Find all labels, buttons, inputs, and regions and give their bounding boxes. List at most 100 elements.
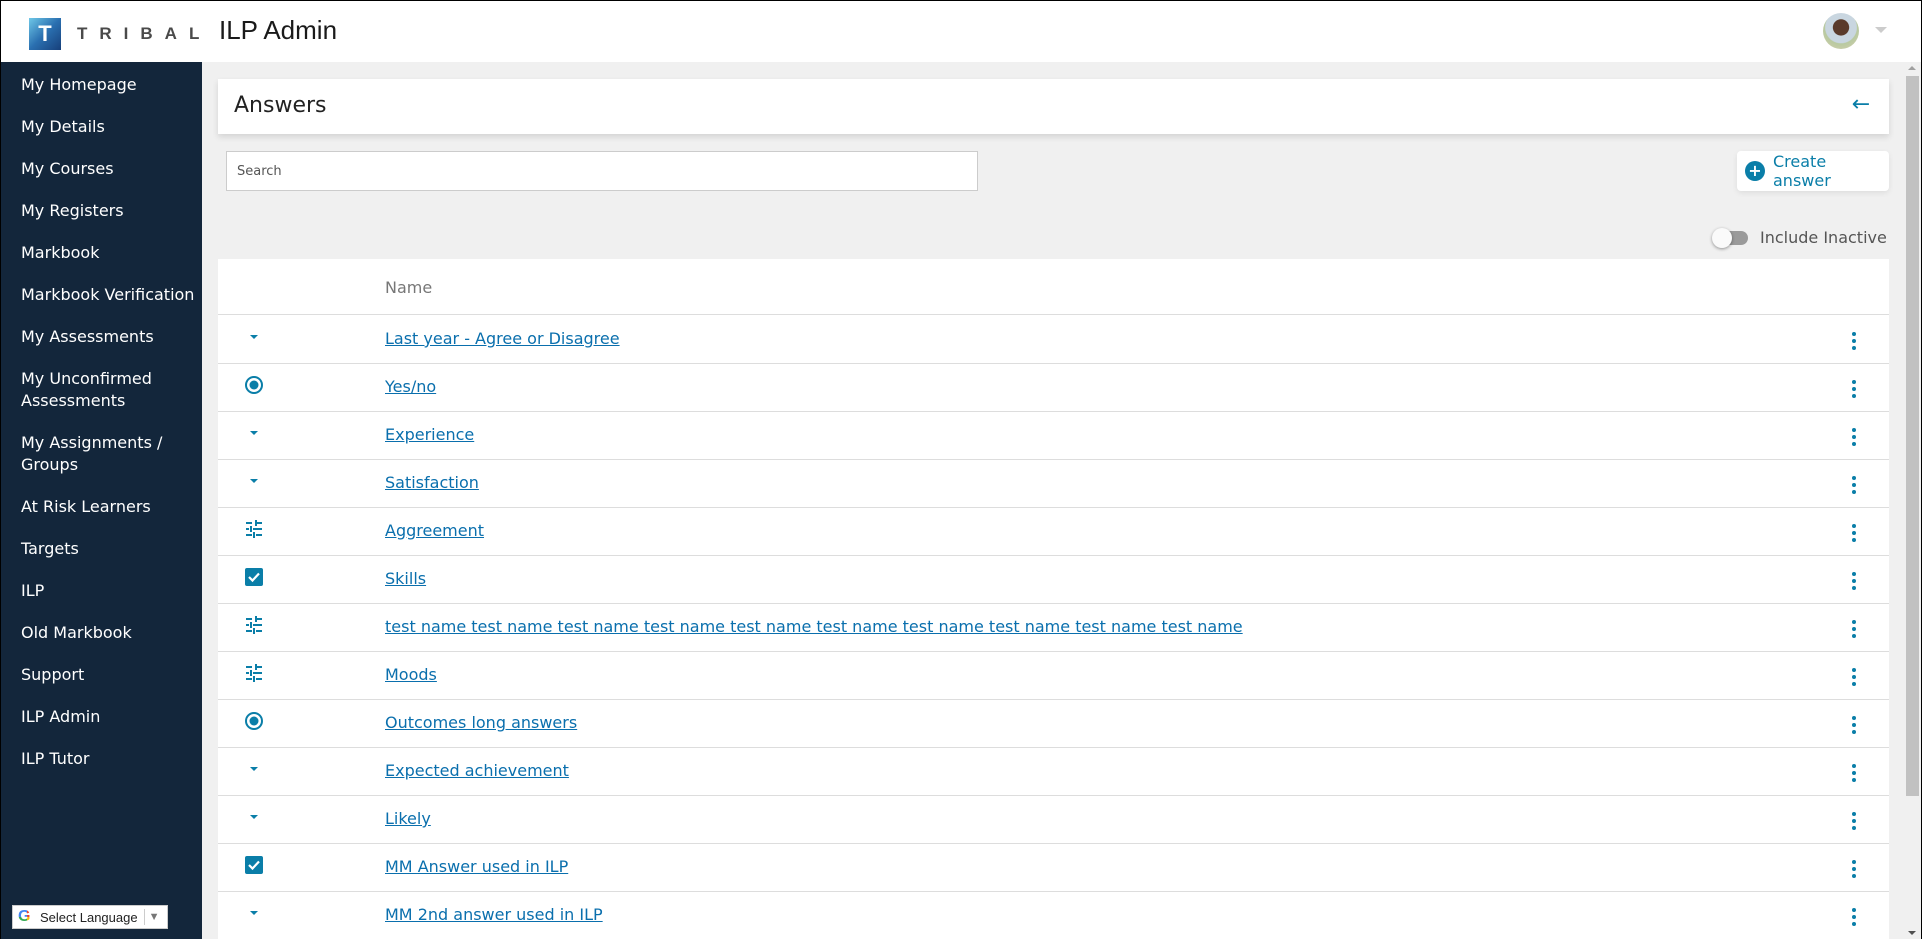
- app-title: ILP Admin: [219, 15, 338, 45]
- more-options-kebab-icon[interactable]: [1851, 716, 1857, 734]
- top-header: T TRIBAL ILP Admin: [1, 1, 1921, 62]
- more-options-kebab-icon[interactable]: [1851, 428, 1857, 446]
- tribal-logo[interactable]: T TRIBAL: [29, 17, 211, 51]
- plus-circle-icon: +: [1745, 161, 1765, 181]
- search-input[interactable]: [226, 151, 978, 191]
- more-options-kebab-icon[interactable]: [1851, 668, 1857, 686]
- page-title: Answers: [234, 93, 327, 118]
- table-row: MM 2nd answer used in ILP: [218, 892, 1889, 939]
- toggle-knob: [1712, 227, 1732, 248]
- page-header-card: Answers ←: [218, 79, 1889, 134]
- table-row: Last year - Agree or Disagree: [218, 316, 1889, 364]
- scrollbar-thumb[interactable]: [1906, 76, 1919, 796]
- table-row: Experience: [218, 412, 1889, 460]
- include-inactive-control: Include Inactive: [1712, 227, 1887, 248]
- more-options-kebab-icon[interactable]: [1851, 332, 1857, 350]
- answer-name-link[interactable]: MM 2nd answer used in ILP: [385, 905, 603, 924]
- table-row: Skills: [218, 556, 1889, 604]
- logo-wordmark: TRIBAL: [77, 24, 212, 43]
- table-row: Aggreement: [218, 508, 1889, 556]
- sidebar-item-ilp-tutor[interactable]: ILP Tutor: [21, 748, 196, 770]
- table-header-row: Name: [218, 259, 1889, 315]
- language-select-label: Select Language: [40, 909, 138, 925]
- answer-name-link[interactable]: MM Answer used in ILP: [385, 857, 568, 876]
- radio-button-icon: [244, 711, 264, 731]
- table-row: MM Answer used in ILP: [218, 844, 1889, 892]
- sidebar-nav: My Homepage My Details My Courses My Reg…: [1, 62, 202, 939]
- checkbox-checked-icon: [244, 855, 264, 875]
- create-answer-label: Create answer: [1773, 152, 1831, 190]
- user-menu-chevron-down-icon[interactable]: [1875, 27, 1887, 33]
- answer-name-link[interactable]: Expected achievement: [385, 761, 569, 780]
- sliders-icon: [244, 519, 264, 539]
- checkbox-checked-icon: [244, 567, 264, 587]
- sidebar-item-targets[interactable]: Targets: [21, 538, 196, 560]
- include-inactive-toggle[interactable]: [1712, 227, 1748, 248]
- scroll-down-arrow-icon[interactable]: [1908, 931, 1916, 935]
- dropdown-caret-icon: [244, 423, 264, 443]
- sidebar-item-ilp-admin[interactable]: ILP Admin: [21, 706, 196, 728]
- dropdown-arrow-icon: ▼: [148, 911, 160, 923]
- sidebar-item-markbook-verification[interactable]: Markbook Verification: [21, 284, 196, 306]
- more-options-kebab-icon[interactable]: [1851, 572, 1857, 590]
- dropdown-caret-icon: [244, 807, 264, 827]
- sliders-icon: [244, 615, 264, 635]
- sidebar-item-markbook[interactable]: Markbook: [21, 242, 196, 264]
- answers-table: Name Last year - Agree or Disagree Yes/no…: [218, 259, 1889, 939]
- dropdown-caret-icon: [244, 759, 264, 779]
- more-options-kebab-icon[interactable]: [1851, 524, 1857, 542]
- table-row: Expected achievement: [218, 748, 1889, 796]
- answer-name-link[interactable]: Moods: [385, 665, 437, 684]
- back-arrow-icon[interactable]: ←: [1849, 93, 1873, 117]
- logo-mark: T: [29, 18, 61, 50]
- dropdown-caret-icon: [244, 327, 264, 347]
- language-select-divider: [143, 909, 145, 925]
- sliders-icon: [244, 663, 264, 683]
- answer-name-link[interactable]: Outcomes long answers: [385, 713, 577, 732]
- answer-name-link[interactable]: Experience: [385, 425, 474, 444]
- sidebar-item-my-courses[interactable]: My Courses: [21, 158, 196, 180]
- user-avatar[interactable]: [1823, 13, 1859, 49]
- scroll-up-arrow-icon[interactable]: [1908, 66, 1916, 70]
- sidebar-item-my-homepage[interactable]: My Homepage: [21, 74, 196, 96]
- more-options-kebab-icon[interactable]: [1851, 764, 1857, 782]
- sidebar-item-at-risk-learners[interactable]: At Risk Learners: [21, 496, 196, 518]
- answer-name-link[interactable]: Satisfaction: [385, 473, 479, 492]
- answer-name-link[interactable]: Skills: [385, 569, 426, 588]
- more-options-kebab-icon[interactable]: [1851, 908, 1857, 926]
- answer-name-link[interactable]: Likely: [385, 809, 431, 828]
- answer-name-link[interactable]: test name test name test name test name …: [385, 617, 1243, 636]
- dropdown-caret-icon: [244, 471, 264, 491]
- answer-name-link[interactable]: Aggreement: [385, 521, 484, 540]
- more-options-kebab-icon[interactable]: [1851, 860, 1857, 878]
- sidebar-item-support[interactable]: Support: [21, 664, 196, 686]
- language-select[interactable]: G Select Language ▼: [12, 905, 168, 929]
- table-row: Likely: [218, 796, 1889, 844]
- table-row: Satisfaction: [218, 460, 1889, 508]
- more-options-kebab-icon[interactable]: [1851, 620, 1857, 638]
- sidebar-item-my-unconfirmed-assessments[interactable]: My Unconfirmed Assessments: [21, 368, 171, 412]
- table-row: Moods: [218, 652, 1889, 700]
- table-row: test name test name test name test name …: [218, 604, 1889, 652]
- more-options-kebab-icon[interactable]: [1851, 812, 1857, 830]
- vertical-scrollbar[interactable]: [1904, 62, 1921, 939]
- sidebar-item-my-assignments-groups[interactable]: My Assignments / Groups: [21, 432, 171, 476]
- more-options-kebab-icon[interactable]: [1851, 380, 1857, 398]
- google-icon: G: [18, 908, 36, 926]
- dropdown-caret-icon: [244, 903, 264, 923]
- sidebar-item-old-markbook[interactable]: Old Markbook: [21, 622, 196, 644]
- more-options-kebab-icon[interactable]: [1851, 476, 1857, 494]
- table-row: Yes/no: [218, 364, 1889, 412]
- create-answer-button[interactable]: + Create answer: [1737, 151, 1889, 191]
- sidebar-item-my-assessments[interactable]: My Assessments: [21, 326, 196, 348]
- table-row: Outcomes long answers: [218, 700, 1889, 748]
- sidebar-item-ilp[interactable]: ILP: [21, 580, 196, 602]
- include-inactive-label: Include Inactive: [1760, 228, 1887, 247]
- main-content: Answers ← + Create answer Include Inacti…: [202, 62, 1921, 939]
- sidebar-item-my-details[interactable]: My Details: [21, 116, 196, 138]
- radio-button-icon: [244, 375, 264, 395]
- sidebar-item-my-registers[interactable]: My Registers: [21, 200, 196, 222]
- answer-name-link[interactable]: Yes/no: [385, 377, 436, 396]
- column-header-name[interactable]: Name: [385, 278, 432, 297]
- answer-name-link[interactable]: Last year - Agree or Disagree: [385, 329, 620, 348]
